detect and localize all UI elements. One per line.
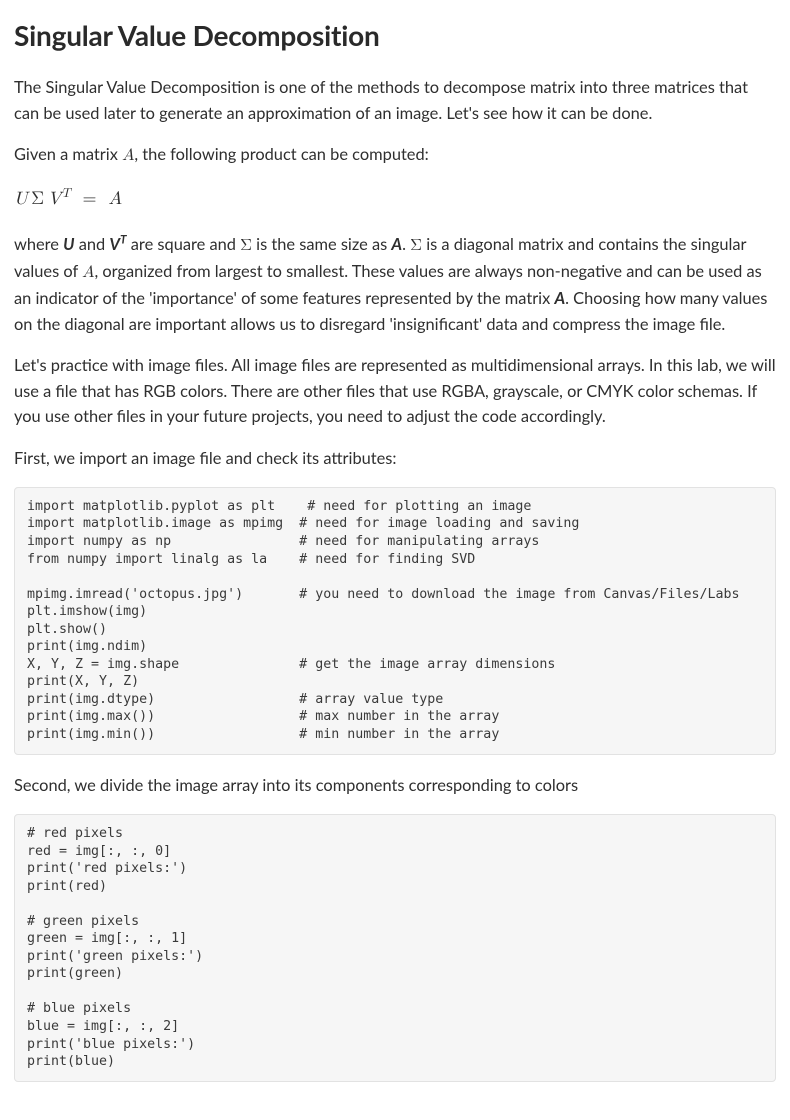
eq-T: T <box>61 187 70 200</box>
intro-paragraph: The Singular Value Decomposition is one … <box>14 75 776 126</box>
var-U: U <box>63 235 74 254</box>
text: and <box>75 235 110 254</box>
eq-A: A <box>109 190 123 208</box>
text: . <box>402 235 410 254</box>
given-paragraph: Given a matrix A, the following product … <box>14 142 776 169</box>
code-block-imports: import matplotlib.pyplot as plt # need f… <box>14 487 776 755</box>
page-title: Singular Value Decomposition <box>14 14 776 57</box>
equation-svd: U Σ VT = A <box>14 186 776 214</box>
explanation-paragraph: where U and VT are square and Σ is the s… <box>14 232 776 338</box>
text: Given a matrix <box>14 145 122 164</box>
var-sigma: Σ <box>410 238 422 254</box>
text: is the same size as <box>252 235 391 254</box>
eq-V: V <box>48 190 62 208</box>
eq-equals: = <box>83 190 97 208</box>
eq-sigma: Σ <box>31 190 44 208</box>
var-A: A <box>122 148 134 164</box>
var-A: A <box>82 265 94 281</box>
var-A: A <box>554 289 565 308</box>
text: , the following product can be computed: <box>134 145 428 164</box>
first-step-paragraph: First, we import an image file and check… <box>14 446 776 471</box>
code-block-colors: # red pixels red = img[:, :, 0] print('r… <box>14 814 776 1082</box>
second-step-paragraph: Second, we divide the image array into i… <box>14 773 776 798</box>
text: are square and <box>127 235 241 254</box>
var-sigma: Σ <box>240 238 252 254</box>
eq-U: U <box>14 190 28 208</box>
practice-paragraph: Let's practice with image files. All ima… <box>14 353 776 429</box>
var-VT: VT <box>109 235 126 254</box>
text: where <box>14 235 63 254</box>
var-A: A <box>391 235 402 254</box>
